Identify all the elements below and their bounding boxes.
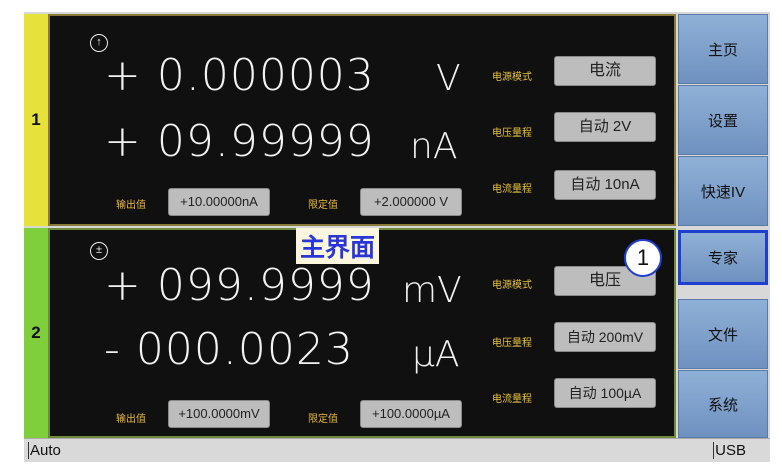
channel-1-voltage-unit: V — [436, 58, 461, 99]
channel-1-current-unit: nA — [410, 126, 458, 167]
channel-1-panel: ↑ + 0.000003 V + 09.99999 nA 电源模式 电流 电压量… — [48, 14, 676, 226]
channel-1-number: 1 — [31, 110, 41, 129]
plus-minus-icon: ± — [90, 242, 108, 260]
channel-1-tab[interactable]: 1 — [24, 14, 48, 226]
channel-1-voltage-reading: + 0.000003 — [104, 50, 375, 101]
channel-1-current-range-value[interactable]: 自动 10nA — [554, 170, 656, 200]
sidebar-item-label: 设置 — [707, 112, 738, 130]
channel-2-voltage-range-value[interactable]: 自动 200mV — [554, 322, 656, 352]
status-usb: USB — [713, 442, 746, 459]
channel-2-tab[interactable]: 2 — [24, 228, 48, 438]
channel-1-voltage-range-value[interactable]: 自动 2V — [554, 112, 656, 142]
channel-2-limit-value[interactable]: +100.0000µA — [360, 400, 462, 428]
annotation-marker: 1 — [624, 239, 662, 277]
sidebar-item-settings[interactable]: 设置 — [678, 85, 768, 155]
channel-2-output-label: 输出值 — [116, 414, 146, 425]
channel-2-current-range-value[interactable]: 自动 100µA — [554, 378, 656, 408]
channel-2-current-unit: µA — [412, 334, 460, 375]
sidebar-item-label: 系统 — [707, 396, 738, 414]
channel-1-limit-label: 限定值 — [308, 200, 338, 211]
sidebar-item-quick-iv[interactable]: 快速IV — [678, 156, 768, 226]
channel-2-output-value[interactable]: +100.0000mV — [168, 400, 270, 428]
channel-1-source-mode-label: 电源模式 — [492, 72, 532, 83]
sidebar-item-home[interactable]: 主页 — [678, 14, 768, 84]
channel-2-source-mode-label: 电源模式 — [492, 280, 532, 291]
channel-2-current-range-label: 电流量程 — [492, 394, 532, 405]
sidebar-item-files[interactable]: 文件 — [678, 299, 768, 369]
channel-1-output-value[interactable]: +10.00000nA — [168, 188, 270, 216]
channel-1-output-label: 输出值 — [116, 200, 146, 211]
channel-2-voltage-reading: + 099.9999 — [104, 260, 375, 311]
sidebar-item-system[interactable]: 系统 — [678, 370, 768, 438]
channel-1-current-range-label: 电流量程 — [492, 184, 532, 195]
channel-1-voltage-range-label: 电压量程 — [492, 128, 532, 139]
channel-2-number: 2 — [31, 323, 41, 342]
sidebar-item-expert[interactable]: 专家 — [678, 230, 768, 285]
channel-2-limit-label: 限定值 — [308, 414, 338, 425]
sidebar-item-label: 快速IV — [700, 183, 746, 201]
annotation-title: 主界面 — [296, 228, 380, 264]
channel-2-voltage-unit: mV — [402, 270, 462, 311]
channel-1-limit-value[interactable]: +2.000000 V — [360, 188, 462, 216]
sidebar-item-label: 专家 — [707, 250, 738, 267]
status-auto: Auto — [28, 442, 61, 459]
sidebar-item-label: 主页 — [707, 41, 738, 59]
channel-2-current-reading: - 000.0023 — [104, 324, 354, 375]
channel-2-voltage-range-label: 电压量程 — [492, 338, 532, 349]
channel-1-source-mode-value[interactable]: 电流 — [554, 56, 656, 86]
status-bar: Auto USB — [24, 438, 770, 462]
sidebar-item-label: 文件 — [707, 326, 738, 344]
channel-1-current-reading: + 09.99999 — [104, 116, 375, 167]
instrument-screen: 1 ↑ + 0.000003 V + 09.99999 nA 电源模式 电流 电… — [24, 12, 770, 462]
